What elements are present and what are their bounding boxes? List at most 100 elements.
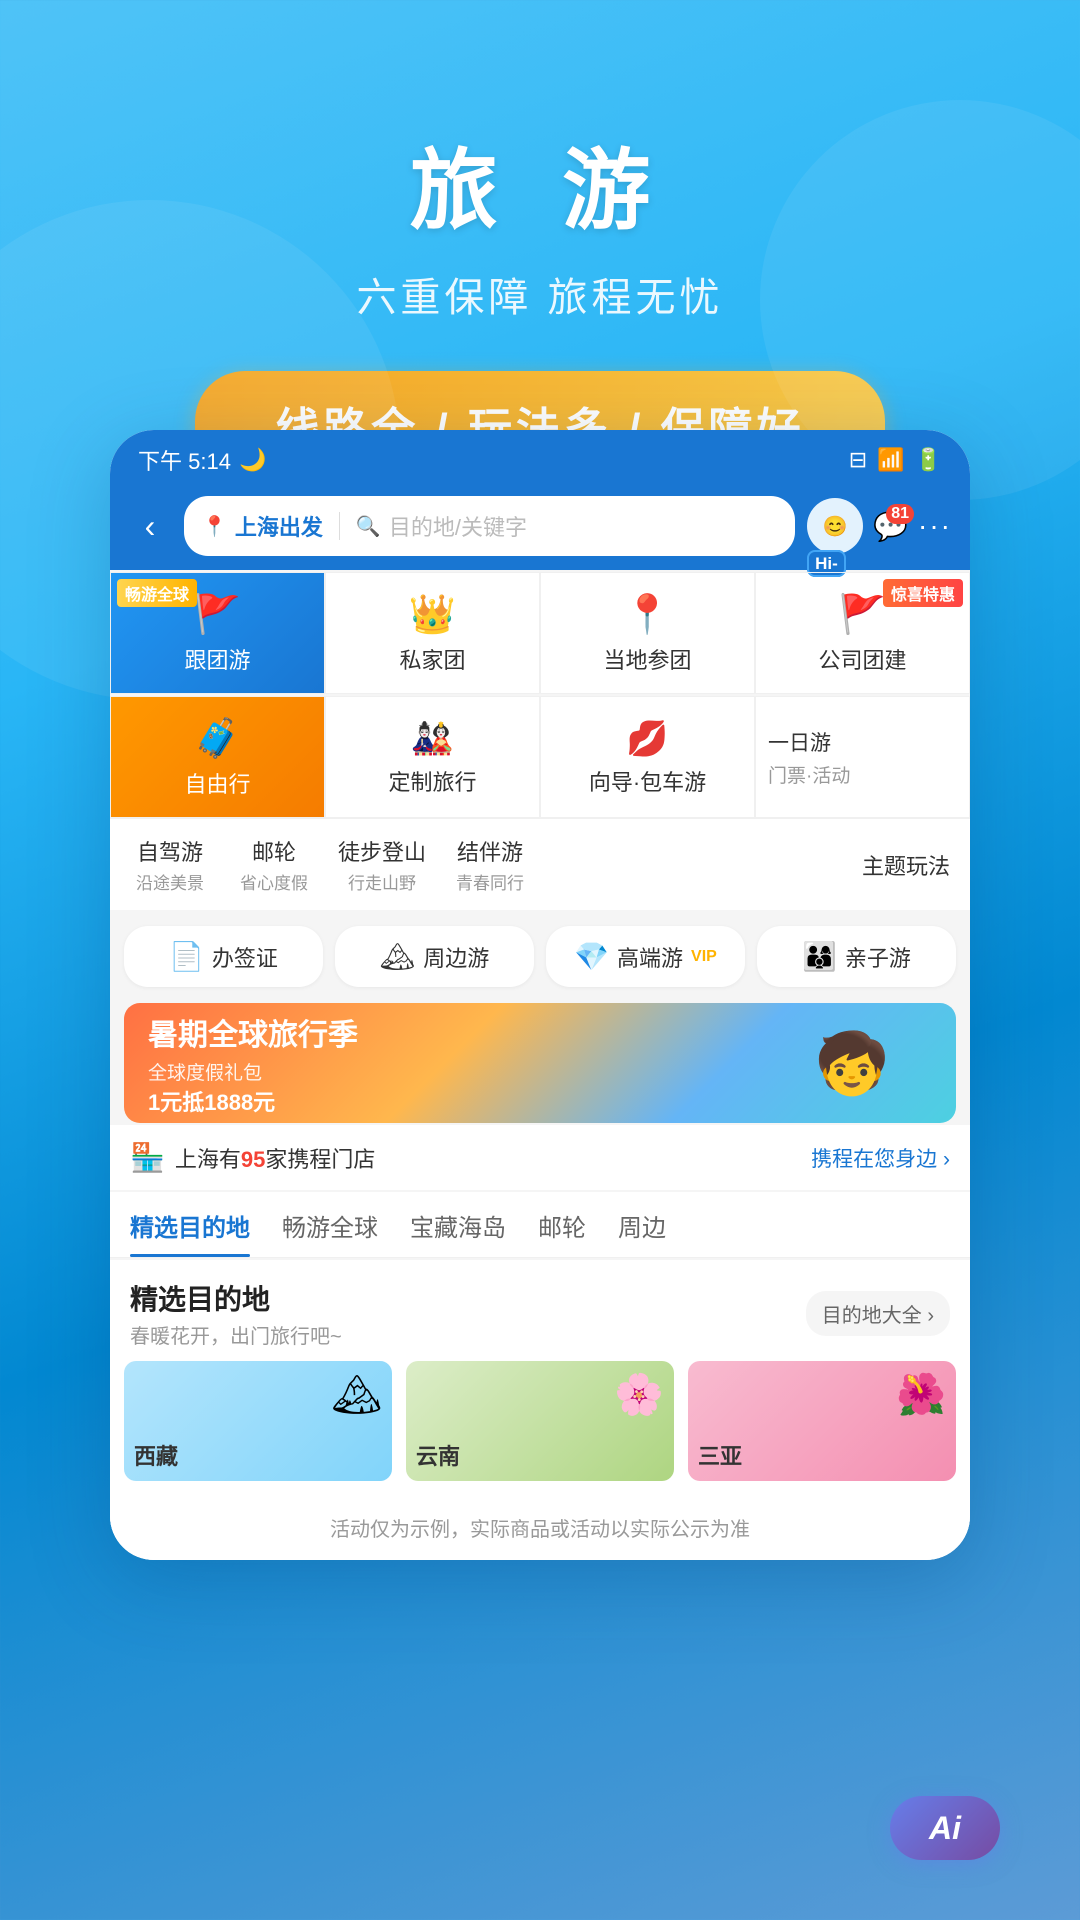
banner-sub: 全球度假礼包: [148, 1058, 772, 1085]
company-tour-icon: 🚩: [839, 593, 886, 637]
featured-title-area: 精选目的地 春暖花开，出门旅行吧~: [130, 1278, 342, 1349]
category-row3: 自驾游 沿途美景 邮轮 省心度假 徒步登山 行走山野 结伴游 青春同行 主题玩法: [110, 818, 970, 910]
avatar-button[interactable]: 😊 Hi-: [807, 498, 863, 554]
company-tour-tag: 惊喜特惠: [883, 579, 963, 607]
cat3-self-drive[interactable]: 自驾游 沿途美景: [130, 835, 210, 894]
luxury-icon: 💎: [574, 940, 609, 973]
phone-mockup: 下午 5:14 🌙 ⊟ 📶 🔋 ‹ 📍 上海出发 🔍 目的地/关键字 😊: [110, 430, 970, 1560]
dest-icon-3: 🌺: [896, 1371, 946, 1418]
luxury-label: 高端游: [617, 941, 683, 973]
group-tour-label: 跟团游: [184, 643, 250, 675]
ai-label: Ai: [929, 1810, 961, 1847]
custom-travel-icon: 🎎: [411, 719, 453, 759]
banner-title: 暑期全球旅行季: [148, 1010, 772, 1054]
category-local-tour[interactable]: 📍 当地参团: [540, 572, 755, 694]
featured-subtitle: 春暖花开，出门旅行吧~: [130, 1320, 342, 1349]
status-left: 下午 5:14 🌙: [138, 444, 266, 476]
notification-badge: 81: [886, 504, 914, 524]
store-text: 上海有95家携程门店: [175, 1142, 801, 1174]
category-oneday-tour[interactable]: 一日游 门票·活动: [755, 696, 970, 818]
banner-text: 暑期全球旅行季 全球度假礼包 1元抵1888元: [148, 1010, 772, 1117]
departure-city[interactable]: 上海出发: [235, 510, 323, 542]
ticket-label: 门票·活动: [768, 761, 850, 788]
ai-button[interactable]: Ai: [890, 1796, 1000, 1860]
free-travel-label: 自由行: [184, 767, 250, 799]
tab-selected-destinations[interactable]: 精选目的地: [130, 1208, 250, 1257]
banner-promo: 1元抵1888元: [148, 1085, 772, 1117]
tab-island[interactable]: 宝藏海岛: [410, 1208, 506, 1257]
cat3-theme[interactable]: 主题玩法: [862, 849, 950, 881]
notification-button[interactable]: 💬 81: [873, 510, 908, 543]
disclaimer: 活动仅为示例，实际商品或活动以实际公示为准: [110, 1495, 970, 1560]
service-visa[interactable]: 📄 办签证: [124, 926, 323, 987]
category-company-tour[interactable]: 惊喜特惠 🚩 公司团建: [755, 572, 970, 694]
family-label: 亲子游: [845, 941, 911, 973]
store-info: 🏪 上海有95家携程门店 携程在您身边 ›: [110, 1125, 970, 1190]
nav-icons: 😊 Hi- 💬 81 ···: [807, 498, 952, 554]
destination-cards: 🏔 西藏 🌸 云南 🌺 三亚: [124, 1361, 956, 1481]
category-custom-travel[interactable]: 🎎 定制旅行: [325, 696, 540, 818]
featured-title: 精选目的地: [130, 1278, 342, 1318]
family-icon: 👨‍👩‍👦: [802, 940, 837, 973]
service-nearby[interactable]: 🏔 周边游: [335, 926, 534, 987]
tab-cruise[interactable]: 邮轮: [538, 1208, 586, 1257]
wifi-icon: 📶: [877, 447, 904, 473]
nearby-label: 周边游: [423, 941, 489, 973]
screenshot-icon: ⊟: [849, 447, 867, 473]
cat3-companion[interactable]: 结伴游 青春同行: [450, 835, 530, 894]
service-pills: 📄 办签证 🏔 周边游 💎 高端游 VIP 👨‍👩‍👦 亲子游: [110, 912, 970, 1001]
more-button[interactable]: ···: [918, 510, 952, 542]
service-family[interactable]: 👨‍👩‍👦 亲子游: [757, 926, 956, 987]
moon-icon: 🌙: [239, 447, 266, 473]
category-private-tour[interactable]: 👑 私家团: [325, 572, 540, 694]
featured-section: 精选目的地 春暖花开，出门旅行吧~ 目的地大全 › 🏔 西藏 🌸 云南 🌺 三亚: [110, 1260, 970, 1495]
private-tour-label: 私家团: [399, 643, 465, 675]
avatar-inner: 😊: [807, 498, 863, 554]
tab-nearby[interactable]: 周边: [618, 1208, 666, 1257]
visa-label: 办签证: [212, 941, 278, 973]
back-button[interactable]: ‹: [128, 508, 172, 545]
dest-card-3[interactable]: 🌺 三亚: [688, 1361, 956, 1481]
free-travel-icon: 🧳: [194, 717, 241, 761]
banner-image: 🧒: [772, 1008, 932, 1118]
search-bar[interactable]: 📍 上海出发 🔍 目的地/关键字: [184, 496, 795, 556]
nearby-icon: 🏔: [380, 940, 416, 973]
dest-card-2[interactable]: 🌸 云南: [406, 1361, 674, 1481]
category-grid-row2: 🧳 自由行 🎎 定制旅行 💋 向导·包车游 一日游 门票·活动: [110, 696, 970, 818]
nav-bar: ‹ 📍 上海出发 🔍 目的地/关键字 😊 Hi- 💬 81 ···: [110, 486, 970, 570]
battery-icon: 🔋: [915, 447, 942, 473]
tab-global[interactable]: 畅游全球: [282, 1208, 378, 1257]
search-input-placeholder[interactable]: 目的地/关键字: [389, 510, 777, 542]
cat3-cruise[interactable]: 邮轮 省心度假: [234, 835, 314, 894]
promo-banner[interactable]: 暑期全球旅行季 全球度假礼包 1元抵1888元 🧒: [124, 1003, 956, 1123]
search-divider: [339, 512, 340, 540]
featured-all-link[interactable]: 目的地大全 ›: [806, 1291, 950, 1336]
search-icon: 🔍: [356, 514, 381, 539]
private-tour-icon: 👑: [409, 593, 456, 637]
category-group-tour[interactable]: 畅游全球 🚩 跟团游: [110, 572, 325, 694]
dest-name-1: 西藏: [134, 1439, 178, 1471]
dest-icon-2: 🌸: [614, 1371, 664, 1418]
status-bar: 下午 5:14 🌙 ⊟ 📶 🔋: [110, 430, 970, 486]
dest-card-1[interactable]: 🏔 西藏: [124, 1361, 392, 1481]
oneday-label: 一日游: [768, 727, 831, 757]
dest-icon-1: 🏔: [331, 1371, 382, 1418]
group-tour-icon: 🚩: [194, 593, 241, 637]
guide-car-icon: 💋: [626, 719, 668, 759]
store-link[interactable]: 携程在您身边 ›: [811, 1143, 950, 1173]
local-tour-label: 当地参团: [603, 643, 691, 675]
service-luxury[interactable]: 💎 高端游 VIP: [546, 926, 745, 987]
category-free-travel[interactable]: 🧳 自由行: [110, 696, 325, 818]
cat3-hiking[interactable]: 徒步登山 行走山野: [338, 835, 426, 894]
status-time: 下午 5:14: [138, 444, 231, 476]
app-screen: 下午 5:14 🌙 ⊟ 📶 🔋 ‹ 📍 上海出发 🔍 目的地/关键字 😊: [110, 430, 970, 1560]
location-icon: 📍: [202, 514, 227, 539]
vip-badge: VIP: [691, 948, 717, 966]
local-tour-icon: 📍: [624, 593, 671, 637]
dest-name-3: 三亚: [698, 1439, 742, 1471]
category-guide-car[interactable]: 💋 向导·包车游: [540, 696, 755, 818]
visa-icon: 📄: [169, 940, 204, 973]
tabs-row: 精选目的地 畅游全球 宝藏海岛 邮轮 周边: [110, 1192, 970, 1258]
custom-travel-label: 定制旅行: [388, 765, 476, 797]
status-right: ⊟ 📶 🔋: [849, 447, 942, 473]
